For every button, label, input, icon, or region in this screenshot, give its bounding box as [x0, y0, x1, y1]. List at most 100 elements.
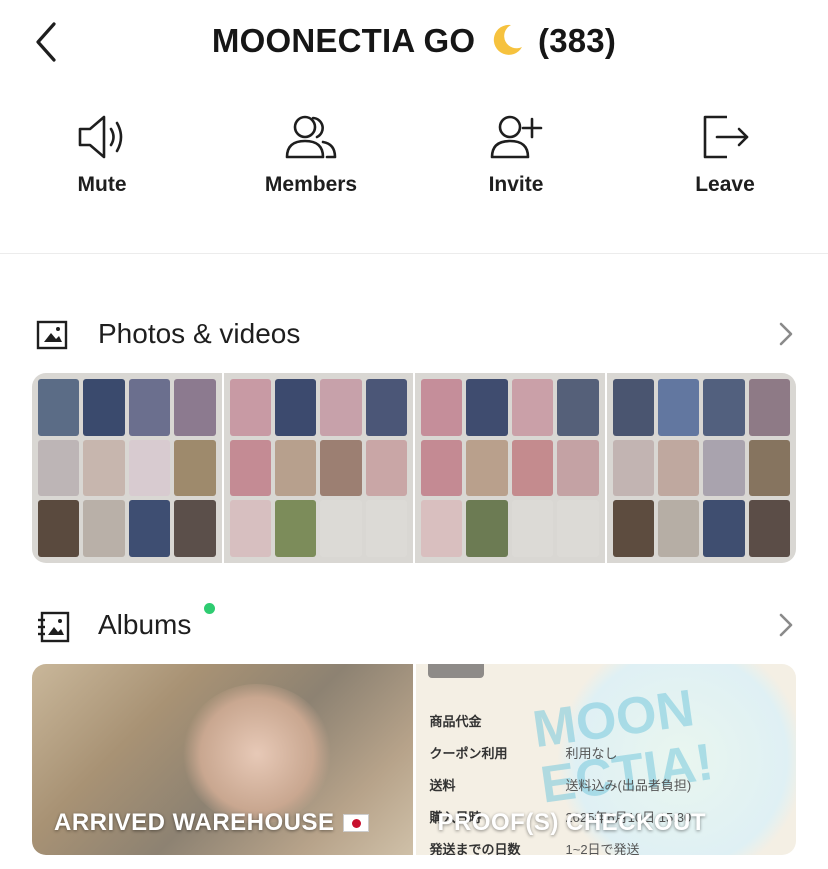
receipt-value: 1~2日で発送	[565, 841, 640, 856]
members-icon	[285, 115, 337, 159]
photocard	[128, 500, 171, 557]
photocard	[38, 379, 80, 436]
photocard	[174, 379, 216, 436]
photocard	[174, 500, 216, 557]
photocard	[365, 439, 407, 497]
photocard	[320, 379, 362, 436]
receipt-row: 送料 送料込み(出品者負担)	[430, 768, 692, 800]
album-caption: PROOF(S) CHECKOUT	[437, 809, 706, 836]
album-arrived-warehouse[interactable]: ARRIVED WAREHOUSE	[32, 664, 413, 855]
photocard	[365, 500, 407, 557]
invite-button[interactable]: Invite	[436, 105, 596, 215]
new-indicator-dot	[204, 603, 215, 614]
receipt-tab	[427, 664, 484, 678]
receipt-value: 送料込み(出品者負担)	[565, 777, 692, 793]
photocard	[365, 379, 407, 436]
photocard	[174, 439, 216, 497]
photocard	[38, 500, 80, 557]
photocard	[511, 500, 554, 557]
leave-label: Leave	[695, 173, 755, 196]
members-button[interactable]: Members	[231, 105, 391, 215]
page-title: MOONECTIA GO (383)	[0, 22, 828, 66]
group-name: MOONECTIA GO	[211, 22, 476, 59]
photo-thumbnail[interactable]	[223, 373, 413, 563]
album-caption: ARRIVED WAREHOUSE	[54, 809, 369, 837]
albums-title: Albums	[98, 609, 192, 640]
album-list: ARRIVED WAREHOUSE MOON ECTIA! 商品代金 クーポン利用…	[32, 664, 796, 855]
photocard	[128, 439, 171, 497]
header: MOONECTIA GO (383)	[0, 0, 828, 84]
member-count: (383)	[538, 22, 617, 59]
crescent-moon-icon	[489, 22, 525, 66]
photocard	[511, 379, 554, 436]
photos-videos-row[interactable]: Photos & videos	[0, 304, 828, 364]
photocard	[229, 379, 271, 436]
chevron-right-icon	[779, 322, 793, 346]
photocard	[229, 500, 271, 557]
mute-label: Mute	[77, 173, 127, 196]
photocard	[421, 439, 463, 497]
receipt-key: クーポン利用	[429, 745, 508, 761]
photo-thumbnail[interactable]	[606, 373, 796, 563]
add-person-icon	[490, 115, 543, 159]
photocard	[557, 500, 599, 557]
album-cover-photo	[182, 684, 332, 824]
album-caption-text: ARRIVED WAREHOUSE	[54, 809, 335, 836]
photocard	[466, 439, 508, 497]
photocard	[466, 379, 508, 436]
photocard	[466, 500, 508, 557]
photocard	[511, 439, 554, 497]
members-label: Members	[264, 173, 358, 196]
photocard	[748, 500, 790, 557]
photocard	[657, 439, 700, 497]
photocard	[274, 379, 317, 436]
photocard	[38, 439, 80, 497]
receipt-row: クーポン利用 利用なし	[430, 736, 692, 768]
speaker-icon	[78, 115, 123, 159]
photocard	[657, 500, 700, 557]
photocard	[612, 379, 654, 436]
photo-thumbnail[interactable]	[415, 373, 605, 563]
photocard	[612, 439, 654, 497]
divider	[0, 253, 828, 254]
group-actions: Mute Members Invite Leave	[0, 105, 828, 215]
photocard	[421, 379, 463, 436]
photocard	[748, 379, 790, 436]
receipt-value: 利用なし	[565, 745, 618, 761]
photos-videos-title: Photos & videos	[98, 318, 301, 349]
photocard	[557, 439, 599, 497]
photocard	[274, 439, 317, 497]
photocard	[557, 379, 599, 436]
exit-icon	[703, 115, 749, 159]
receipt-key: 送料	[429, 777, 456, 793]
album-icon	[38, 611, 70, 643]
chevron-right-icon	[779, 613, 793, 637]
photocard	[703, 439, 745, 497]
albums-row[interactable]: Albums	[0, 595, 828, 655]
photocard	[421, 500, 463, 557]
photocard	[748, 439, 790, 497]
receipt-row: 商品代金	[430, 704, 692, 736]
photo-icon	[36, 320, 68, 350]
mute-button[interactable]: Mute	[22, 105, 182, 215]
photocard	[320, 439, 362, 497]
photocard	[128, 379, 171, 436]
photocard	[657, 379, 700, 436]
photo-thumbnail[interactable]	[32, 373, 222, 563]
photocard	[83, 379, 125, 436]
photo-strip	[32, 373, 796, 563]
receipt-key: 発送までの日数	[429, 841, 521, 856]
photocard	[274, 500, 317, 557]
photocard	[229, 439, 271, 497]
photocard	[612, 500, 654, 557]
receipt-key: 商品代金	[429, 713, 482, 729]
leave-button[interactable]: Leave	[645, 105, 805, 215]
photocard	[320, 500, 362, 557]
album-proofs-checkout[interactable]: MOON ECTIA! 商品代金 クーポン利用 利用なし 送料 送料込み(出品者負担) 購…	[415, 664, 796, 856]
japan-flag-icon	[342, 814, 369, 832]
photocard	[703, 500, 745, 557]
photocard	[83, 439, 125, 497]
photocard	[703, 379, 745, 436]
photocard	[83, 500, 125, 557]
invite-label: Invite	[488, 173, 544, 196]
